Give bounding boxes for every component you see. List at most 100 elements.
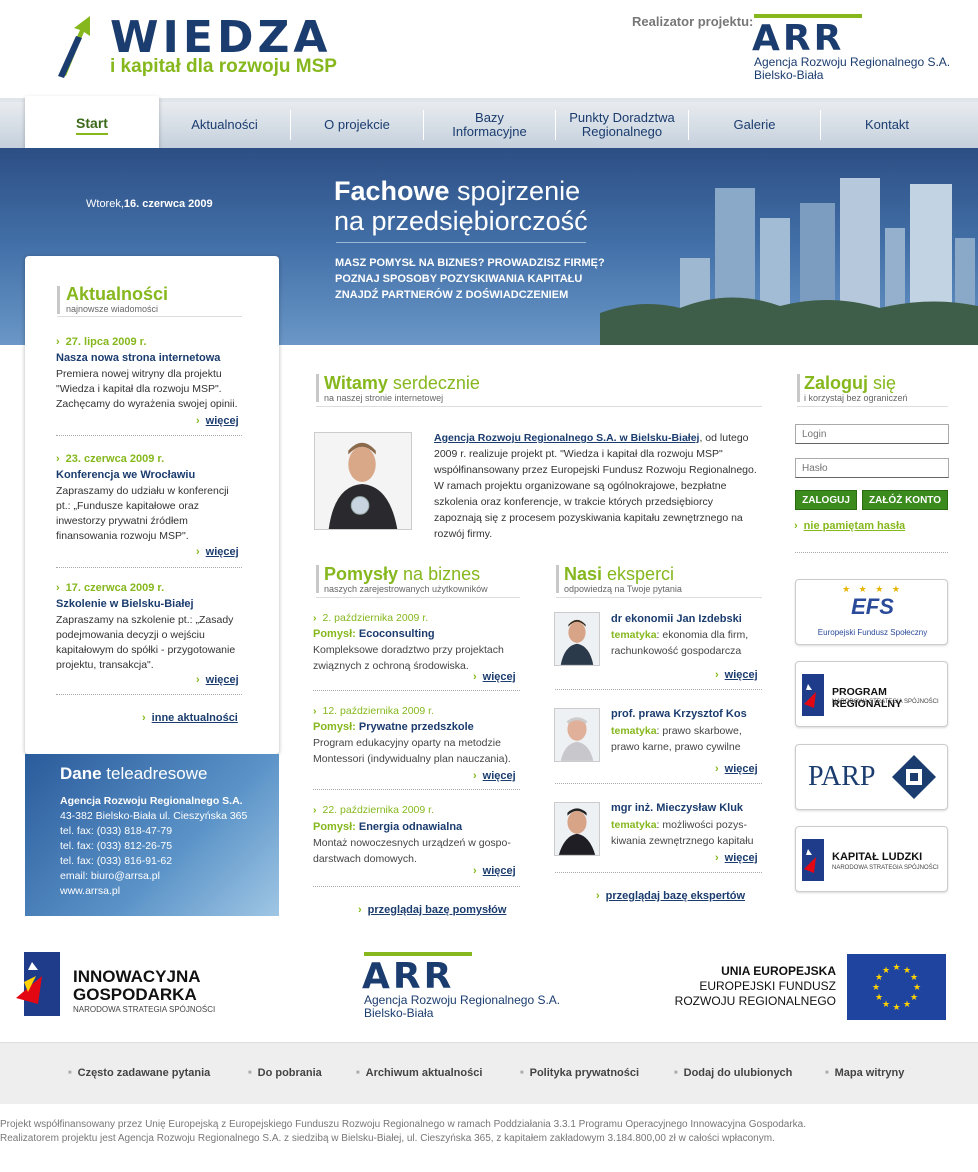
main-nav: Start Aktualności O projekcie Bazy Infor… <box>0 96 978 154</box>
experts-title-bold: Nasi <box>564 564 603 584</box>
logo-subtitle: i kapitał dla rozwoju MSP <box>110 56 337 77</box>
divider <box>316 597 520 598</box>
divider <box>795 552 948 553</box>
innowacyjna-gospodarka-emblem-icon <box>16 952 60 1016</box>
browse-experts-link[interactable]: przeglądaj bazę ekspertów <box>596 890 745 902</box>
expert-name[interactable]: prof. prawa Krzysztof Kos <box>611 708 747 720</box>
divider <box>797 406 948 407</box>
divider <box>556 597 762 598</box>
ue-text: UNIA EUROPEJSKA EUROPEJSKI FUNDUSZ ROZWO… <box>660 964 836 1009</box>
footer-link-sitemap[interactable]: Mapa witryny <box>825 1067 905 1079</box>
experts-title: Nasi eksperci <box>564 564 674 585</box>
divider <box>313 690 520 691</box>
other-news-link[interactable]: inne aktualności <box>142 712 238 724</box>
news-more-link[interactable]: więcej <box>196 674 239 686</box>
nav-item-o-projekcie[interactable]: O projekcie <box>291 102 423 148</box>
news-headline[interactable]: Konferencja we Wrocławiu <box>56 469 195 481</box>
contact-www[interactable]: www.arrsa.pl <box>60 884 247 899</box>
idea-title[interactable]: Pomysł: Ecoconsulting <box>313 628 435 640</box>
welcome-body: , od lutego 2009 r. realizuje projekt pt… <box>434 432 757 540</box>
welcome-portrait-image <box>314 432 412 530</box>
arr-name-line2: Bielsko-Biała <box>754 68 824 82</box>
nav-item-start[interactable]: Start <box>25 96 159 154</box>
divider <box>555 872 762 873</box>
nss-emblem-icon <box>802 839 824 881</box>
footer-link-archive[interactable]: Archiwum aktualności <box>356 1067 483 1079</box>
expert-more-link[interactable]: więcej <box>715 763 758 775</box>
parp-logo[interactable]: PARP <box>795 744 948 810</box>
news-panel: Aktualności najnowsze wiadomości 27. lip… <box>25 256 279 754</box>
browse-ideas-link[interactable]: przeglądaj bazę pomysłów <box>358 904 507 916</box>
contact-email[interactable]: email: biuro@arrsa.pl <box>60 869 247 884</box>
arr-footer-name: Agencja Rozwoju Regionalnego S.A. Bielsk… <box>364 994 560 1020</box>
news-subtitle: najnowsze wiadomości <box>66 304 159 314</box>
divider <box>56 567 242 568</box>
login-field[interactable] <box>795 424 949 444</box>
password-field[interactable] <box>795 458 949 478</box>
news-headline[interactable]: Nasza nowa strona internetowa <box>56 352 220 364</box>
divider <box>555 783 762 784</box>
news-date: 23. czerwca 2009 r. <box>56 453 164 465</box>
news-more-link[interactable]: więcej <box>196 415 239 427</box>
contact-details: Agencja Rozwoju Regionalnego S.A. 43-382… <box>60 794 247 899</box>
footer-logos: INNOWACYJNA GOSPODARKA NARODOWA STRATEGI… <box>0 940 978 1040</box>
svg-text:★: ★ <box>875 993 883 1003</box>
kapital-ludzki-logo[interactable]: KAPITAŁ LUDZKI NARODOWA STRATEGIA SPÓJNO… <box>795 826 948 892</box>
idea-more-link[interactable]: więcej <box>473 671 516 683</box>
contact-panel: Dane teleadresowe Agencja Rozwoju Region… <box>25 754 279 916</box>
idea-text: Kompleksowe doradztwo przy projektach zw… <box>313 644 504 672</box>
idea-title[interactable]: Pomysł: Energia odnawialna <box>313 821 462 833</box>
nss-emblem-icon <box>802 674 824 716</box>
contact-title-rest: teleadresowe <box>101 764 208 783</box>
idea-date: 12. października 2009 r. <box>313 705 435 717</box>
section-marker <box>57 286 60 314</box>
contact-phone: tel. fax: (033) 818-47-79 <box>60 825 173 837</box>
welcome-title-bold: Witamy <box>324 373 388 393</box>
welcome-subtitle: na naszej stronie internetowej <box>324 393 444 403</box>
footer-link-faq[interactable]: Często zadawane pytania <box>68 1067 211 1079</box>
nav-item-aktualnosci[interactable]: Aktualności <box>159 102 290 148</box>
nav-item-bazy-informacyjne[interactable]: Bazy Informacyjne <box>424 102 555 148</box>
expert-more-link[interactable]: więcej <box>715 669 758 681</box>
forgot-password-link[interactable]: nie pamiętam hasła <box>794 520 906 532</box>
expert-topic: tematyka: możliwości pozys-kiwania zewnę… <box>611 817 761 849</box>
arr-logo[interactable]: ARR <box>752 18 844 59</box>
idea-label: Pomysł: <box>313 721 356 733</box>
login-button[interactable]: ZALOGUJ <box>795 490 857 510</box>
ideas-title-rest: na biznes <box>398 564 481 584</box>
footer-link-downloads[interactable]: Do pobrania <box>248 1067 322 1079</box>
idea-more-link[interactable]: więcej <box>473 865 516 877</box>
news-title: Aktualności <box>66 284 169 304</box>
svg-text:★: ★ <box>910 973 918 983</box>
footer-nav: Często zadawane pytania Do pobrania Arch… <box>0 1042 978 1104</box>
svg-text:★: ★ <box>882 966 890 976</box>
idea-title[interactable]: Pomysł: Prywatne przedszkole <box>313 721 474 733</box>
divider <box>56 694 242 695</box>
news-headline[interactable]: Szkolenie w Bielsku-Białej <box>56 598 194 610</box>
nav-item-galerie[interactable]: Galerie <box>689 102 820 148</box>
hero-tagline: MASZ POMYSŁ NA BIZNES? PROWADZISZ FIRMĘ?… <box>335 255 605 303</box>
idea-more-link[interactable]: więcej <box>473 770 516 782</box>
expert-name[interactable]: mgr inż. Mieczysław Kluk <box>611 802 743 814</box>
divider <box>555 689 762 690</box>
agency-link[interactable]: Agencja Rozwoju Regionalnego S.A. w Biel… <box>434 432 699 444</box>
ig-sub: NARODOWA STRATEGIA SPÓJNOŚCI <box>73 1005 216 1014</box>
footer-link-favorites[interactable]: Dodaj do ulubionych <box>674 1067 793 1079</box>
nav-item-punkty-doradztwa[interactable]: Punkty Doradztwa Regionalnego <box>556 102 688 148</box>
efs-name: Europejski Fundusz Społeczny <box>817 628 928 637</box>
news-text: Zapraszamy do udziału w konferencji pt.:… <box>56 485 229 542</box>
contact-title-bold: Dane <box>60 764 102 783</box>
svg-text:★: ★ <box>872 983 880 993</box>
contact-org: Agencja Rozwoju Regionalnego S.A. <box>60 795 243 807</box>
footer-link-privacy[interactable]: Polityka prywatności <box>520 1067 639 1079</box>
program-regionalny-logo[interactable]: PROGRAM REGIONALNY NARODOWA STRATEGIA SP… <box>795 661 948 727</box>
expert-topic-label: tematyka <box>611 819 657 831</box>
news-more-link[interactable]: więcej <box>196 546 239 558</box>
kl-sub: NARODOWA STRATEGIA SPÓJNOŚCI <box>832 865 939 871</box>
svg-text:★: ★ <box>910 993 918 1003</box>
expert-more-link[interactable]: więcej <box>715 852 758 864</box>
register-button[interactable]: ZAŁÓŻ KONTO <box>862 490 948 510</box>
efs-partner-logo[interactable]: ★ ★ ★ ★ EFS Europejski Fundusz Społeczny <box>795 579 948 645</box>
expert-name[interactable]: dr ekonomii Jan Izdebski <box>611 613 742 625</box>
nav-item-kontakt[interactable]: Kontakt <box>821 102 953 148</box>
